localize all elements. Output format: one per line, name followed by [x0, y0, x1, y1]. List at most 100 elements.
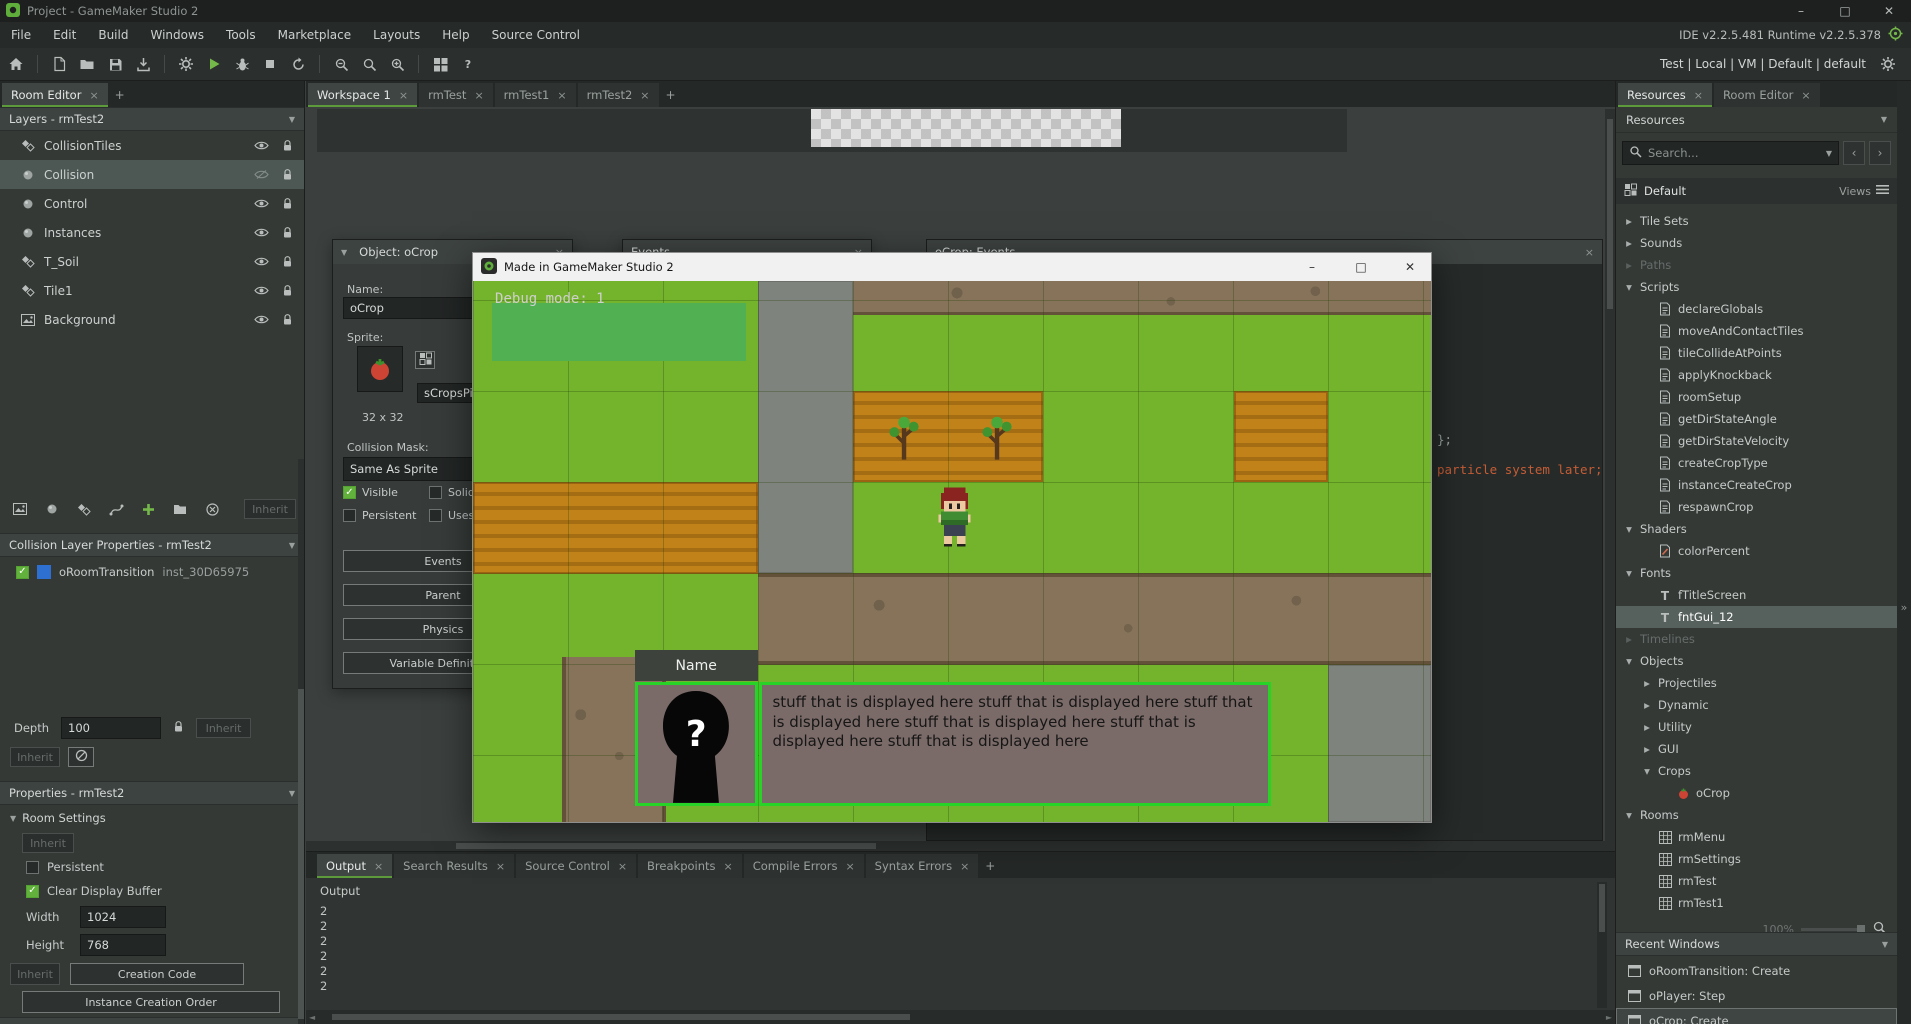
recent-window-oroomtransition-create[interactable]: oRoomTransition: Create	[1616, 958, 1897, 983]
tree-item-moveandcontacttiles[interactable]: moveAndContactTiles	[1616, 320, 1897, 342]
tree-item-instancecreatecrop[interactable]: instanceCreateCrop	[1616, 474, 1897, 496]
tree-item-tilecollideatpoints[interactable]: tileCollideAtPoints	[1616, 342, 1897, 364]
nav-forward-button[interactable]: ›	[1869, 141, 1891, 165]
menu-windows[interactable]: Windows	[139, 22, 215, 48]
lock-icon[interactable]	[278, 168, 296, 181]
lock-icon[interactable]	[278, 313, 296, 326]
close-icon[interactable]: ×	[399, 89, 408, 102]
tree-item-projectiles[interactable]: ▶Projectiles	[1616, 672, 1897, 694]
recent-window-ocrop-create[interactable]: oCrop: Create	[1616, 1008, 1897, 1024]
recent-window-oplayer-step[interactable]: oPlayer: Step	[1616, 983, 1897, 1008]
menu-edit[interactable]: Edit	[42, 22, 87, 48]
inherit-button[interactable]: Inherit	[10, 747, 60, 767]
lock-icon[interactable]	[278, 226, 296, 239]
tree-item-getdirstatevelocity[interactable]: getDirStateVelocity	[1616, 430, 1897, 452]
close-icon[interactable]: ×	[845, 860, 854, 873]
toolbar-help-button[interactable]: ?	[455, 51, 481, 77]
tree-item-timelines[interactable]: ▶Timelines	[1616, 628, 1897, 650]
delete-layer-button[interactable]	[200, 498, 224, 520]
depth-input[interactable]: 100	[61, 717, 161, 739]
tree-item-dynamic[interactable]: ▶Dynamic	[1616, 694, 1897, 716]
eye-icon[interactable]	[252, 227, 270, 238]
checkbox-visible[interactable]: Visible	[343, 486, 429, 499]
tab-room-editor-right[interactable]: Room Editor ×	[1714, 83, 1820, 107]
collision-layer-properties-header[interactable]: Collision Layer Properties - rmTest2 ▼	[0, 533, 304, 557]
color-swatch[interactable]	[37, 565, 51, 579]
output-horizontal-scrollbar[interactable]: ◄ ►	[306, 1010, 1615, 1024]
room-width-input[interactable]: 1024	[80, 906, 166, 928]
eye-icon[interactable]	[252, 314, 270, 325]
layers-header[interactable]: Layers - rmTest2 ▼	[0, 107, 304, 131]
resources-header[interactable]: Resources ▼	[1616, 107, 1897, 133]
output-tab-breakpoints[interactable]: Breakpoints×	[638, 854, 742, 878]
workspace-tab-rmtest[interactable]: rmTest×	[419, 83, 493, 107]
scrollbar-thumb[interactable]	[332, 1014, 910, 1020]
tree-item-rmtest1[interactable]: rmTest1	[1616, 892, 1897, 914]
tree-item-rmmenu[interactable]: rmMenu	[1616, 826, 1897, 848]
output-tab-compile-errors[interactable]: Compile Errors×	[744, 854, 864, 878]
tree-item-sounds[interactable]: ▶Sounds	[1616, 232, 1897, 254]
menu-file[interactable]: File	[0, 22, 42, 48]
tree-item-tile-sets[interactable]: ▶Tile Sets	[1616, 210, 1897, 232]
eye-icon[interactable]	[252, 140, 270, 151]
tree-item-utility[interactable]: ▶Utility	[1616, 716, 1897, 738]
scroll-left-icon[interactable]: ◄	[309, 1013, 315, 1022]
output-tab-search-results[interactable]: Search Results×	[394, 854, 514, 878]
close-icon[interactable]: ×	[1694, 89, 1703, 102]
left-panel-scrollbar[interactable]	[298, 459, 304, 1024]
close-icon[interactable]: ×	[374, 860, 383, 873]
close-icon[interactable]: ×	[640, 89, 649, 102]
add-layer-folder-button[interactable]	[168, 498, 192, 520]
recent-windows-header[interactable]: Recent Windows ▼	[1616, 932, 1897, 956]
tab-room-editor[interactable]: Room Editor ×	[2, 83, 108, 107]
clear-display-buffer-checkbox[interactable]	[26, 885, 39, 898]
lock-icon[interactable]	[278, 284, 296, 297]
maximize-button[interactable]: □	[1823, 0, 1867, 22]
room-settings-header[interactable]: ▼ Room Settings	[0, 807, 304, 829]
add-output-tab-button[interactable]: +	[980, 854, 1000, 878]
menu-help[interactable]: Help	[431, 22, 480, 48]
close-icon[interactable]: ×	[89, 89, 98, 102]
toolbar-build-button[interactable]	[173, 51, 199, 77]
toolbar-run-button[interactable]	[201, 51, 227, 77]
close-icon[interactable]: ×	[557, 89, 566, 102]
add-workspace-button[interactable]: +	[661, 83, 681, 107]
tree-item-respawncrop[interactable]: respawnCrop	[1616, 496, 1897, 518]
add-asset-layer-button[interactable]	[136, 498, 160, 520]
creation-inherit-button[interactable]: Inherit	[10, 963, 60, 985]
layer-row-tile1[interactable]: Tile1	[0, 276, 304, 305]
workspace-tab-workspace-1[interactable]: Workspace 1×	[308, 83, 417, 107]
output-tab-source-control[interactable]: Source Control×	[516, 854, 636, 878]
tree-item-fntgui-12[interactable]: TfntGui_12	[1616, 606, 1897, 628]
toolbar-windows-button[interactable]	[427, 51, 453, 77]
nav-back-button[interactable]: ‹	[1843, 141, 1865, 165]
close-icon[interactable]: ×	[496, 860, 505, 873]
output-log[interactable]: 222222	[320, 904, 1585, 1008]
layer-row-control[interactable]: Control	[0, 189, 304, 218]
game-minimize-button[interactable]: –	[1291, 253, 1333, 281]
instance-creation-order-button[interactable]: Instance Creation Order	[22, 991, 280, 1013]
workspace-tab-rmtest1[interactable]: rmTest1×	[495, 83, 576, 107]
minimize-button[interactable]: –	[1779, 0, 1823, 22]
tab-resources[interactable]: Resources ×	[1618, 83, 1712, 107]
tree-item-rmtest[interactable]: rmTest	[1616, 870, 1897, 892]
room-height-input[interactable]: 768	[80, 934, 166, 956]
tree-item-declareglobals[interactable]: declareGlobals	[1616, 298, 1897, 320]
toolbar-clean-button[interactable]	[285, 51, 311, 77]
layer-row-background[interactable]: Background	[0, 305, 304, 334]
lock-icon[interactable]	[278, 255, 296, 268]
toolbar-stop-button[interactable]	[257, 51, 283, 77]
tree-item-ftitlescreen[interactable]: TfTitleScreen	[1616, 584, 1897, 606]
workspace-tab-rmtest2[interactable]: rmTest2×	[578, 83, 659, 107]
toolbar-zoom-in-button[interactable]	[384, 51, 410, 77]
menu-icon[interactable]	[1876, 184, 1889, 198]
tree-item-gui[interactable]: ▶GUI	[1616, 738, 1897, 760]
expand-panel-icon[interactable]: »	[1901, 601, 1908, 614]
creation-code-button[interactable]: Creation Code	[70, 963, 244, 985]
target-settings-gear-icon[interactable]	[1875, 51, 1901, 77]
close-icon[interactable]: ×	[618, 860, 627, 873]
instance-checkbox[interactable]	[16, 566, 29, 579]
lock-icon[interactable]	[173, 720, 184, 736]
search-input[interactable]: Search... ▼	[1622, 141, 1839, 165]
close-icon[interactable]: ×	[724, 860, 733, 873]
